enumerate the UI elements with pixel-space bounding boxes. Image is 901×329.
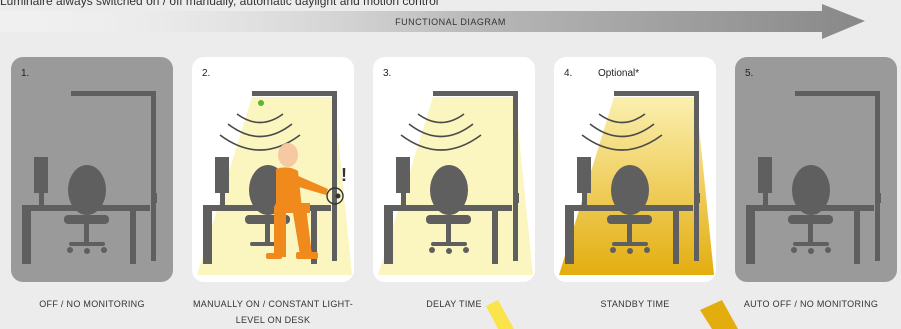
stage-panel-4: 4. Optional* [554,57,716,282]
stage-label-1: OFF / NO MONITORING [39,299,145,309]
office-scene-delay [378,91,533,275]
sensor-dot [258,100,264,106]
stage-panel-2: 2. ! [192,57,354,282]
stage-panel-5: 5. [735,57,897,282]
stage-number: 4. [564,68,573,79]
stage-number: 3. [383,68,392,79]
stage-label-2: MANUALLY ON / CONSTANT LIGHT-LEVEL ON DE… [192,299,354,325]
functional-diagram-title: FUNCTIONAL DIAGRAM [395,17,506,27]
stage-number: 2. [202,68,211,79]
office-scene-off [22,91,157,264]
stage-number: 1. [21,68,30,79]
stage-label-5: AUTO OFF / NO MONITORING [743,299,879,309]
optional-tag: Optional* [598,68,640,79]
stage-panel-3: 3. [373,57,535,282]
alert-mark: ! [341,165,347,185]
stage-number: 5. [745,68,754,79]
stage-label-3: DELAY TIME [426,299,482,309]
stage-panel-1: 1. [11,57,173,282]
office-scene-standby [559,91,714,275]
stage-label-4: STANDBY TIME [600,299,670,309]
office-scene-manual-on [197,91,352,275]
office-scene-auto-off [746,91,881,264]
